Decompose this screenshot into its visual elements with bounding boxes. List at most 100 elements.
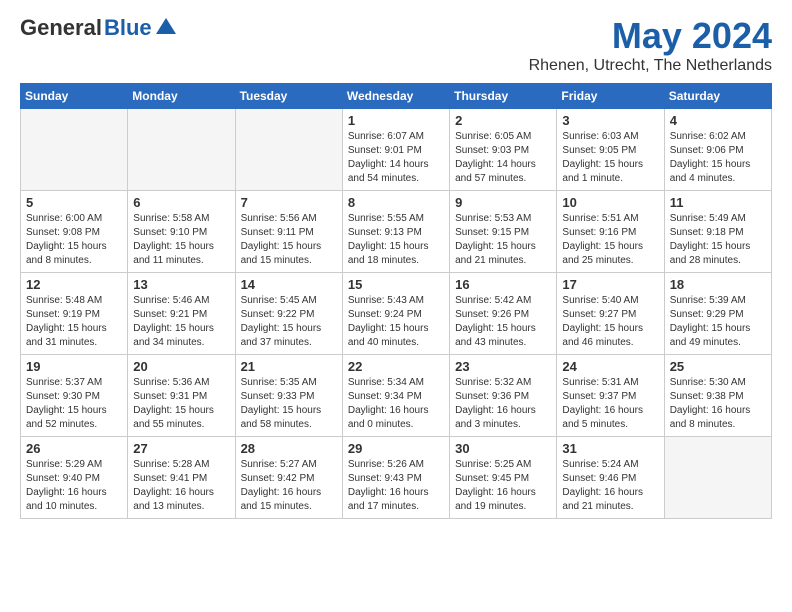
logo-icon: [156, 18, 176, 39]
calendar-cell: [664, 437, 771, 519]
day-number: 1: [348, 113, 444, 128]
calendar-cell: 17Sunrise: 5:40 AM Sunset: 9:27 PM Dayli…: [557, 273, 664, 355]
day-number: 7: [241, 195, 337, 210]
day-info: Sunrise: 5:46 AM Sunset: 9:21 PM Dayligh…: [133, 294, 229, 350]
calendar-cell: 11 Sunrise: 5:49 AM Sunset: 9:18 PM Dayli…: [664, 191, 771, 273]
day-info: Sunrise: 6:00 AM Sunset: 9:08 PM Dayligh…: [26, 212, 122, 268]
day-info: Sunrise: 6:05 AM Sunset: 9:03 PM Dayligh…: [455, 130, 551, 186]
calendar-cell: 24 Sunrise: 5:31 AM Sunset: 9:37 PM Dayli…: [557, 355, 664, 437]
day-info: Sunrise: 5:37 AM Sunset: 9:30 PM Dayligh…: [26, 376, 122, 432]
day-info: Sunrise: 5:24 AM Sunset: 9:46 PM Dayligh…: [562, 458, 658, 514]
weekday-header-sunday: Sunday: [21, 84, 128, 109]
calendar-cell: 31 Sunrise: 5:24 AM Sunset: 9:46 PM Dayli…: [557, 437, 664, 519]
calendar-cell: 1 Sunrise: 6:07 AM Sunset: 9:01 PM Daylig…: [342, 109, 449, 191]
logo: General Blue: [20, 15, 176, 41]
day-info: Sunrise: 5:45 AM Sunset: 9:22 PM Dayligh…: [241, 294, 337, 350]
weekday-header-tuesday: Tuesday: [235, 84, 342, 109]
logo-general-text: General: [20, 15, 102, 41]
day-number: 24: [562, 359, 658, 374]
day-info: Sunrise: 5:30 AM Sunset: 9:38 PM Dayligh…: [670, 376, 766, 432]
day-number: 4: [670, 113, 766, 128]
calendar-cell: 28 Sunrise: 5:27 AM Sunset: 9:42 PM Dayli…: [235, 437, 342, 519]
calendar-cell: 16 Sunrise: 5:42 AM Sunset: 9:26 PM Dayli…: [450, 273, 557, 355]
day-info: Sunrise: 5:27 AM Sunset: 9:42 PM Dayligh…: [241, 458, 337, 514]
day-number: 30: [455, 441, 551, 456]
day-number: 26: [26, 441, 122, 456]
day-number: 27: [133, 441, 229, 456]
title-block: May 2024 Rhenen, Utrecht, The Netherland…: [529, 15, 772, 75]
month-title: May 2024: [529, 15, 772, 57]
day-number: 17: [562, 277, 658, 292]
week-row-4: 19Sunrise: 5:37 AM Sunset: 9:30 PM Dayli…: [21, 355, 772, 437]
week-row-2: 5 Sunrise: 6:00 AM Sunset: 9:08 PM Daylig…: [21, 191, 772, 273]
page-container: General Blue May 2024 Rhenen, Utrecht, T…: [0, 0, 792, 534]
day-info: Sunrise: 5:58 AM Sunset: 9:10 PM Dayligh…: [133, 212, 229, 268]
day-info: Sunrise: 5:36 AM Sunset: 9:31 PM Dayligh…: [133, 376, 229, 432]
day-number: 15: [348, 277, 444, 292]
day-info: Sunrise: 5:53 AM Sunset: 9:15 PM Dayligh…: [455, 212, 551, 268]
calendar-cell: 18Sunrise: 5:39 AM Sunset: 9:29 PM Dayli…: [664, 273, 771, 355]
day-info: Sunrise: 5:51 AM Sunset: 9:16 PM Dayligh…: [562, 212, 658, 268]
calendar-cell: 29Sunrise: 5:26 AM Sunset: 9:43 PM Dayli…: [342, 437, 449, 519]
day-info: Sunrise: 5:31 AM Sunset: 9:37 PM Dayligh…: [562, 376, 658, 432]
day-info: Sunrise: 5:28 AM Sunset: 9:41 PM Dayligh…: [133, 458, 229, 514]
calendar-cell: 20 Sunrise: 5:36 AM Sunset: 9:31 PM Dayli…: [128, 355, 235, 437]
calendar-cell: 3 Sunrise: 6:03 AM Sunset: 9:05 PM Daylig…: [557, 109, 664, 191]
day-number: 23: [455, 359, 551, 374]
day-number: 22: [348, 359, 444, 374]
day-number: 28: [241, 441, 337, 456]
day-number: 21: [241, 359, 337, 374]
calendar-cell: 21Sunrise: 5:35 AM Sunset: 9:33 PM Dayli…: [235, 355, 342, 437]
calendar-cell: 8 Sunrise: 5:55 AM Sunset: 9:13 PM Daylig…: [342, 191, 449, 273]
calendar-cell: 10 Sunrise: 5:51 AM Sunset: 9:16 PM Dayli…: [557, 191, 664, 273]
day-info: Sunrise: 5:42 AM Sunset: 9:26 PM Dayligh…: [455, 294, 551, 350]
day-info: Sunrise: 5:29 AM Sunset: 9:40 PM Dayligh…: [26, 458, 122, 514]
calendar-cell: 15 Sunrise: 5:43 AM Sunset: 9:24 PM Dayli…: [342, 273, 449, 355]
day-number: 9: [455, 195, 551, 210]
calendar-cell: 13Sunrise: 5:46 AM Sunset: 9:21 PM Dayli…: [128, 273, 235, 355]
day-info: Sunrise: 5:32 AM Sunset: 9:36 PM Dayligh…: [455, 376, 551, 432]
day-info: Sunrise: 5:56 AM Sunset: 9:11 PM Dayligh…: [241, 212, 337, 268]
weekday-header-thursday: Thursday: [450, 84, 557, 109]
calendar-cell: 14Sunrise: 5:45 AM Sunset: 9:22 PM Dayli…: [235, 273, 342, 355]
day-info: Sunrise: 6:03 AM Sunset: 9:05 PM Dayligh…: [562, 130, 658, 186]
day-info: Sunrise: 5:55 AM Sunset: 9:13 PM Dayligh…: [348, 212, 444, 268]
calendar-table: SundayMondayTuesdayWednesdayThursdayFrid…: [20, 83, 772, 519]
day-number: 11: [670, 195, 766, 210]
day-info: Sunrise: 5:34 AM Sunset: 9:34 PM Dayligh…: [348, 376, 444, 432]
day-number: 25: [670, 359, 766, 374]
day-number: 16: [455, 277, 551, 292]
weekday-header-wednesday: Wednesday: [342, 84, 449, 109]
day-number: 8: [348, 195, 444, 210]
weekday-header-row: SundayMondayTuesdayWednesdayThursdayFrid…: [21, 84, 772, 109]
day-number: 20: [133, 359, 229, 374]
location: Rhenen, Utrecht, The Netherlands: [529, 57, 772, 75]
calendar-cell: [235, 109, 342, 191]
day-number: 31: [562, 441, 658, 456]
day-info: Sunrise: 6:02 AM Sunset: 9:06 PM Dayligh…: [670, 130, 766, 186]
weekday-header-monday: Monday: [128, 84, 235, 109]
calendar-cell: [128, 109, 235, 191]
day-number: 2: [455, 113, 551, 128]
calendar-cell: 22 Sunrise: 5:34 AM Sunset: 9:34 PM Dayli…: [342, 355, 449, 437]
day-info: Sunrise: 5:25 AM Sunset: 9:45 PM Dayligh…: [455, 458, 551, 514]
calendar-cell: 27 Sunrise: 5:28 AM Sunset: 9:41 PM Dayli…: [128, 437, 235, 519]
logo-blue-text: Blue: [104, 15, 152, 41]
day-info: Sunrise: 5:26 AM Sunset: 9:43 PM Dayligh…: [348, 458, 444, 514]
calendar-cell: 25 Sunrise: 5:30 AM Sunset: 9:38 PM Dayli…: [664, 355, 771, 437]
weekday-header-friday: Friday: [557, 84, 664, 109]
day-info: Sunrise: 6:07 AM Sunset: 9:01 PM Dayligh…: [348, 130, 444, 186]
calendar-cell: 9 Sunrise: 5:53 AM Sunset: 9:15 PM Daylig…: [450, 191, 557, 273]
calendar-cell: 2 Sunrise: 6:05 AM Sunset: 9:03 PM Daylig…: [450, 109, 557, 191]
calendar-cell: 6Sunrise: 5:58 AM Sunset: 9:10 PM Daylig…: [128, 191, 235, 273]
calendar-cell: 4 Sunrise: 6:02 AM Sunset: 9:06 PM Daylig…: [664, 109, 771, 191]
day-number: 5: [26, 195, 122, 210]
calendar-cell: 12Sunrise: 5:48 AM Sunset: 9:19 PM Dayli…: [21, 273, 128, 355]
day-number: 10: [562, 195, 658, 210]
day-number: 12: [26, 277, 122, 292]
day-number: 3: [562, 113, 658, 128]
calendar-cell: 23 Sunrise: 5:32 AM Sunset: 9:36 PM Dayli…: [450, 355, 557, 437]
day-info: Sunrise: 5:49 AM Sunset: 9:18 PM Dayligh…: [670, 212, 766, 268]
calendar-cell: 26 Sunrise: 5:29 AM Sunset: 9:40 PM Dayli…: [21, 437, 128, 519]
day-info: Sunrise: 5:43 AM Sunset: 9:24 PM Dayligh…: [348, 294, 444, 350]
